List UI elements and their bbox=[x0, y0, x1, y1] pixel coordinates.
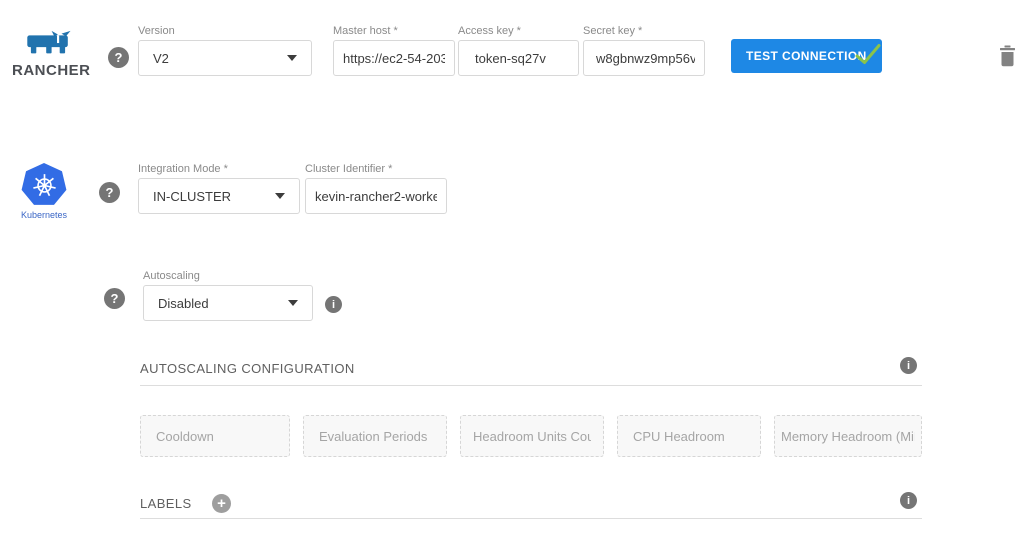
autoscaling-select[interactable]: Autoscaling Disabled bbox=[143, 270, 313, 321]
rancher-logo-text: RANCHER bbox=[12, 62, 84, 79]
version-select[interactable]: Version V2 bbox=[138, 25, 312, 76]
version-value: V2 bbox=[153, 51, 169, 66]
secret-key-field-group: Secret key * bbox=[583, 25, 705, 76]
cluster-identifier-field-group: Cluster Identifier * bbox=[305, 163, 447, 214]
rancher-logo: RANCHER bbox=[12, 30, 84, 79]
section-divider bbox=[140, 518, 922, 519]
access-key-field-group: Access key * bbox=[458, 25, 579, 76]
memory-headroom-input bbox=[774, 415, 922, 457]
version-label: Version bbox=[138, 25, 312, 39]
integration-settings-page: RANCHER ? Version V2 Master host * Acces… bbox=[0, 0, 1024, 550]
rancher-help-icon[interactable]: ? bbox=[108, 47, 129, 68]
labels-info-icon[interactable]: i bbox=[900, 492, 917, 509]
master-host-input[interactable] bbox=[333, 40, 455, 76]
integration-mode-value: IN-CLUSTER bbox=[153, 189, 231, 204]
integration-mode-label: Integration Mode * bbox=[138, 163, 300, 177]
secret-key-label: Secret key * bbox=[583, 25, 705, 39]
access-key-input[interactable] bbox=[458, 40, 579, 76]
connection-success-check-icon bbox=[855, 43, 881, 71]
secret-key-input[interactable] bbox=[583, 40, 705, 76]
integration-mode-select[interactable]: Integration Mode * IN-CLUSTER bbox=[138, 163, 300, 214]
chevron-down-icon bbox=[287, 55, 297, 61]
autoscaling-configuration-title: AUTOSCALING CONFIGURATION bbox=[140, 361, 355, 376]
add-label-plus-icon[interactable]: + bbox=[212, 494, 231, 513]
trash-icon[interactable] bbox=[999, 45, 1016, 72]
evaluation-periods-input bbox=[303, 415, 447, 457]
rancher-bull-icon bbox=[23, 44, 73, 61]
autoscaling-help-icon[interactable]: ? bbox=[104, 288, 125, 309]
kubernetes-wheel-icon bbox=[21, 163, 67, 207]
chevron-down-icon bbox=[275, 193, 285, 199]
master-host-label: Master host * bbox=[333, 25, 455, 39]
autoscaling-info-icon[interactable]: i bbox=[325, 296, 342, 313]
autoscaling-config-fields bbox=[140, 415, 918, 457]
cluster-identifier-label: Cluster Identifier * bbox=[305, 163, 447, 177]
headroom-units-count-input bbox=[460, 415, 604, 457]
cooldown-input bbox=[140, 415, 290, 457]
section-divider bbox=[140, 385, 922, 386]
labels-title: LABELS bbox=[140, 496, 192, 511]
access-key-label: Access key * bbox=[458, 25, 579, 39]
autoscaling-configuration-info-icon[interactable]: i bbox=[900, 357, 917, 374]
cpu-headroom-input bbox=[617, 415, 761, 457]
autoscaling-value: Disabled bbox=[158, 296, 209, 311]
master-host-field-group: Master host * bbox=[333, 25, 455, 76]
kubernetes-help-icon[interactable]: ? bbox=[99, 182, 120, 203]
chevron-down-icon bbox=[288, 300, 298, 306]
cluster-identifier-input[interactable] bbox=[305, 178, 447, 214]
autoscaling-label: Autoscaling bbox=[143, 270, 313, 284]
kubernetes-logo: Kubernetes bbox=[16, 163, 72, 220]
kubernetes-logo-text: Kubernetes bbox=[16, 210, 72, 220]
